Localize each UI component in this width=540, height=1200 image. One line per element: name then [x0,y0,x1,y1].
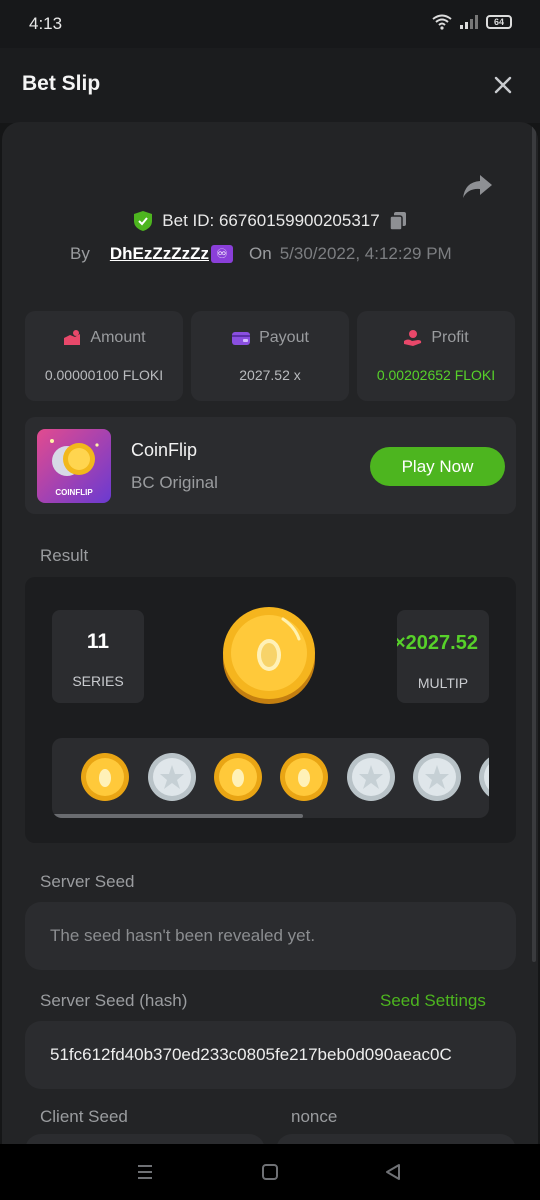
server-seed-value: The seed hasn't been revealed yet. [50,926,316,945]
seed-settings-link[interactable]: Seed Settings [380,991,486,1011]
game-subtitle: BC Original [131,473,218,492]
payout-card: Payout 2027.52 x [191,311,349,401]
client-seed-field[interactable] [25,1134,265,1144]
play-now-button[interactable]: Play Now [370,447,505,486]
share-button[interactable] [460,172,494,202]
battery-icon: 64 [486,15,512,29]
multiplier-value: ×2027.52 [397,632,478,654]
copy-icon[interactable] [388,211,407,231]
gold-coin-icon [280,753,328,801]
page-title: Bet Slip [22,72,101,95]
status-time: 4:13 [29,14,63,33]
verified-shield-icon [134,211,153,231]
wifi-icon [432,14,452,30]
profit-card: Profit 0.00202652 FLOKI [357,311,515,401]
game-name: CoinFlip [131,440,198,460]
bet-date: 5/30/2022, 4:12:29 PM [279,244,452,263]
back-button[interactable] [381,1160,405,1184]
server-seed-hash-field[interactable]: 51fc612fd40b370ed233c0805fe217beb0d090ae… [25,1021,516,1089]
amount-card: Amount 0.00000100 FLOKI [25,311,183,401]
amount-label: Amount [90,329,146,346]
gold-coin-icon [223,607,315,704]
coin-strip-scrollbar[interactable] [52,814,303,818]
server-seed-hash-value: 51fc612fd40b370ed233c0805fe217beb0d090ae… [50,1045,452,1064]
coin-history-strip[interactable] [52,738,489,818]
gold-coin-icon [81,753,129,801]
silver-coin-icon [413,753,461,801]
close-button[interactable] [488,70,518,100]
on-label: On [249,244,272,263]
profit-icon [404,330,422,346]
silver-coin-icon [479,757,489,797]
scrollbar[interactable] [532,122,536,962]
back-triangle-icon [386,1164,400,1180]
wallet-icon [232,332,251,345]
payout-value: 2027.52 x [239,367,301,383]
status-bar: 4:13 64 [0,0,540,48]
server-seed-field[interactable]: The seed hasn't been revealed yet. [25,902,516,970]
by-label: By [70,244,90,263]
gold-coin-icon [214,753,262,801]
home-button[interactable] [258,1160,282,1184]
result-panel: 11 SERIES ×2027.52 MULTIP [25,577,516,843]
profit-value: 0.00202652 FLOKI [376,367,496,383]
share-icon [463,175,492,198]
nonce-field[interactable] [276,1134,516,1144]
menu-icon [138,1165,152,1179]
bet-id-row: Bet ID: 66760159900205317 [2,210,538,232]
coinflip-thumb-label: COINFLIP [55,488,93,497]
coinflip-thumbnail[interactable]: COINFLIP [37,429,111,503]
system-nav-bar [0,1144,540,1200]
signal-icon [460,15,478,29]
silver-coin-icon [148,753,196,801]
close-icon [494,76,512,94]
bet-author-row: By DhEzZzZzZz ♾ On 5/30/2022, 4:12:29 PM [70,244,452,264]
client-seed-label: Client Seed [40,1107,128,1126]
recent-apps-button[interactable] [133,1160,157,1184]
result-label: Result [40,546,89,565]
coins-icon [64,330,81,345]
status-icons: 64 [432,14,512,30]
server-seed-hash-label: Server Seed (hash) [40,991,188,1010]
multiplier-box: ×2027.52 MULTIP [397,610,489,703]
amount-value: 0.00000100 FLOKI [44,367,164,383]
silver-coin-icon [347,753,395,801]
home-square-icon [262,1164,278,1180]
bet-id: Bet ID: 66760159900205317 [162,211,380,230]
username-link[interactable]: DhEzZzZzZz [110,244,209,264]
nonce-label: nonce [291,1107,338,1126]
payout-label: Payout [259,329,309,346]
profit-label: Profit [431,329,469,346]
header: Bet Slip [0,48,540,123]
game-card: COINFLIP CoinFlip BC Original Play Now [25,417,516,514]
bet-slip-sheet: Bet ID: 66760159900205317 By DhEzZzZzZz … [2,122,538,1144]
multiplier-label: MULTIP [417,675,469,691]
server-seed-label: Server Seed [40,872,135,891]
series-value: 11 [86,630,110,653]
vip-badge: ♾ [211,245,233,263]
series-box: 11 SERIES [52,610,144,703]
series-label: SERIES [72,673,124,689]
